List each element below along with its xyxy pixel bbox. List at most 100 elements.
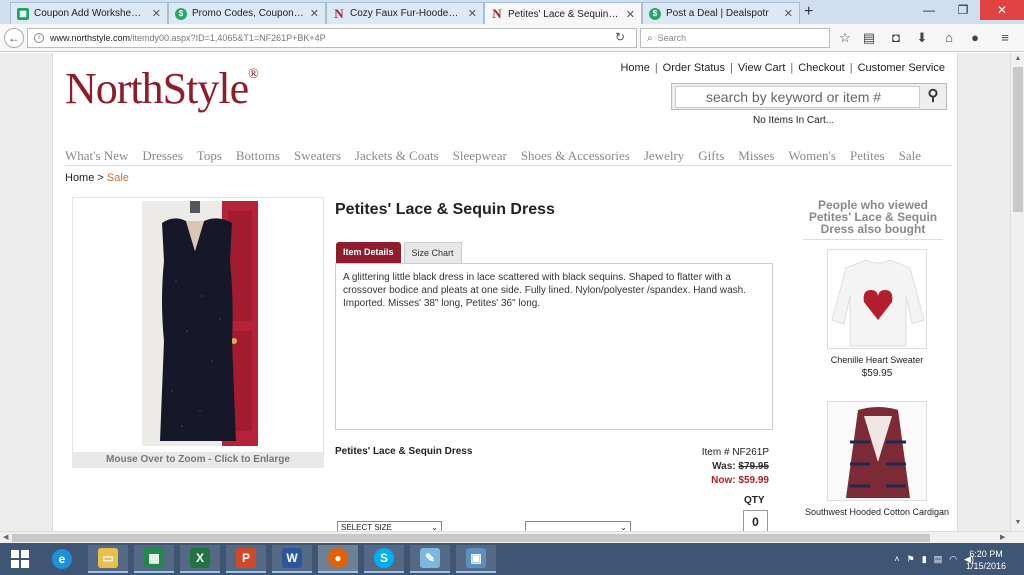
menu-icon[interactable]: ≡ (996, 30, 1014, 45)
site-logo[interactable]: NorthStyle® (65, 63, 259, 114)
powerpoint-icon[interactable]: P (226, 545, 266, 573)
nav-tops[interactable]: Tops (197, 148, 222, 165)
word-icon[interactable]: W (272, 545, 312, 573)
flag-icon[interactable]: ⚑ (907, 554, 915, 565)
info-icon[interactable]: i (34, 33, 44, 43)
breadcrumb-current[interactable]: Sale (107, 172, 129, 184)
top-links: Home | Order Status | View Cart | Checkout |… (620, 62, 945, 74)
search-icon[interactable]: ⚲ (920, 84, 946, 110)
recommended-item[interactable]: Southwest Hooded Cotton Cardigan (803, 401, 951, 520)
skype-icon[interactable]: S (364, 545, 404, 573)
pocket-icon[interactable]: ◘ (887, 30, 905, 45)
back-button[interactable]: ← (4, 28, 24, 48)
home-icon[interactable]: ⌂ (940, 30, 958, 45)
browser-tab-bar: ▦ Coupon Add Worksheet ... ✕ $ Promo Cod… (0, 0, 1024, 25)
nav-womens[interactable]: Women's (788, 148, 836, 165)
nav-whats-new[interactable]: What's New (65, 148, 128, 165)
paint-icon[interactable]: ✎ (410, 545, 450, 573)
tab-size-chart[interactable]: Size Chart (403, 242, 462, 263)
view-cart-link[interactable]: View Cart (738, 62, 785, 74)
nav-misses[interactable]: Misses (738, 148, 774, 165)
address-bar[interactable]: i www.northstyle.com/itemdy00.aspx?ID=1,… (27, 28, 637, 48)
network-icon[interactable]: ▤ (934, 554, 943, 565)
reading-list-icon[interactable]: ▤ (860, 30, 878, 46)
nav-dresses[interactable]: Dresses (142, 148, 182, 165)
browser-tab[interactable]: ▦ Coupon Add Worksheet ... ✕ (10, 2, 168, 24)
photos-icon[interactable]: ▣ (456, 545, 496, 573)
chevron-down-icon: ⌄ (431, 523, 438, 531)
bookmark-star-icon[interactable]: ☆ (836, 30, 854, 46)
nav-sleepwear[interactable]: Sleepwear (453, 148, 507, 165)
nav-sale[interactable]: Sale (899, 148, 921, 165)
chat-icon[interactable]: ● (966, 30, 984, 45)
browser-tab-active[interactable]: N Petites' Lace & Sequin Dre... ✕ (484, 2, 642, 25)
was-price: Was: $79.95 (712, 461, 769, 472)
item-number: Item # NF261P (701, 447, 769, 458)
qty-label: QTY (744, 495, 765, 506)
show-hidden-icons-icon[interactable]: ˄ (894, 554, 899, 564)
vertical-scrollbar[interactable]: ▲ ▼ (1010, 53, 1024, 531)
site-search-input[interactable]: search by keyword or item # (675, 85, 920, 108)
reload-button[interactable]: ↻ (615, 30, 625, 44)
close-icon[interactable]: ✕ (626, 8, 635, 21)
battery-icon[interactable]: ▮ (922, 554, 927, 565)
size-select[interactable]: SELECT SIZE ⌄ (337, 521, 442, 531)
new-tab-button[interactable]: + (804, 3, 813, 21)
order-status-link[interactable]: Order Status (663, 62, 725, 74)
browser-tab[interactable]: $ Post a Deal | Dealspotr ✕ (642, 2, 800, 24)
system-tray: ˄ ⚑ ▮ ▤ ◠ ◀) (887, 543, 974, 575)
recommended-item-name[interactable]: Southwest Hooded Cotton Cardigan (803, 507, 951, 517)
customer-service-link[interactable]: Customer Service (858, 62, 945, 74)
scroll-thumb[interactable] (1013, 67, 1023, 212)
breadcrumb-home[interactable]: Home (65, 172, 94, 184)
spreadsheet-icon: ▦ (17, 7, 29, 20)
product-photo[interactable] (142, 201, 258, 446)
scroll-thumb[interactable] (12, 534, 930, 542)
product-image-box[interactable] (72, 197, 324, 468)
close-icon[interactable]: ✕ (152, 7, 161, 20)
firefox-icon[interactable]: ● (318, 545, 358, 573)
spreadsheet-app-icon[interactable]: ▦ (134, 545, 174, 573)
nav-bottoms[interactable]: Bottoms (236, 148, 280, 165)
scroll-down-icon[interactable]: ▼ (1011, 519, 1024, 526)
browser-tab[interactable]: N Cozy Faux Fur-Hooded Co... ✕ (326, 2, 484, 24)
window-close-button[interactable]: ✕ (980, 0, 1024, 20)
nav-jackets-coats[interactable]: Jackets & Coats (355, 148, 439, 165)
windows-start-icon[interactable] (0, 545, 40, 573)
web-page: NorthStyle® Home | Order Status | View Car… (52, 53, 958, 531)
browser-tab[interactable]: $ Promo Codes, Coupons &... ✕ (168, 2, 326, 24)
scroll-up-icon[interactable]: ▲ (1011, 55, 1024, 62)
nav-gifts[interactable]: Gifts (698, 148, 724, 165)
nav-shoes-accessories[interactable]: Shoes & Accessories (521, 148, 630, 165)
recommended-item-image[interactable] (827, 249, 927, 349)
file-explorer-icon[interactable]: ▭ (88, 545, 128, 573)
qty-input[interactable]: 0 (743, 510, 768, 531)
browser-search-input[interactable]: ⌕ Search (640, 28, 830, 48)
category-nav: What's New Dresses Tops Bottoms Sweaters… (65, 148, 952, 166)
dollar-icon: $ (175, 7, 187, 20)
nav-petites[interactable]: Petites (850, 148, 885, 165)
horizontal-scrollbar[interactable]: ◀ ▶ (0, 531, 1024, 543)
nav-jewelry[interactable]: Jewelry (644, 148, 684, 165)
recommended-item[interactable]: Chenille Heart Sweater $59.95 (803, 249, 951, 379)
recommended-item-price: $59.95 (861, 368, 893, 379)
recommended-item-name[interactable]: Chenille Heart Sweater (803, 355, 951, 365)
tab-item-details[interactable]: Item Details (336, 242, 401, 263)
nav-sweaters[interactable]: Sweaters (294, 148, 341, 165)
home-link[interactable]: Home (620, 62, 649, 74)
close-icon[interactable]: ✕ (468, 7, 477, 20)
internet-explorer-icon[interactable]: e (42, 545, 82, 573)
checkout-link[interactable]: Checkout (798, 62, 844, 74)
recommended-item-image[interactable] (827, 401, 927, 501)
wifi-icon[interactable]: ◠ (949, 554, 957, 565)
excel-icon[interactable]: X (180, 545, 220, 573)
close-icon[interactable]: ✕ (784, 7, 793, 20)
clock[interactable]: 6:20 PM 1/15/2016 (966, 548, 1006, 572)
close-icon[interactable]: ✕ (310, 7, 319, 20)
minimize-button[interactable]: — (912, 0, 946, 20)
site-search: search by keyword or item # ⚲ (671, 83, 947, 110)
download-icon[interactable]: ⬇ (913, 30, 931, 46)
restore-button[interactable]: ❐ (946, 0, 980, 20)
price-box: Item # NF261P Was: $79.95 Now: $59.99 (702, 446, 769, 488)
color-select[interactable]: ⌄ (525, 521, 631, 531)
